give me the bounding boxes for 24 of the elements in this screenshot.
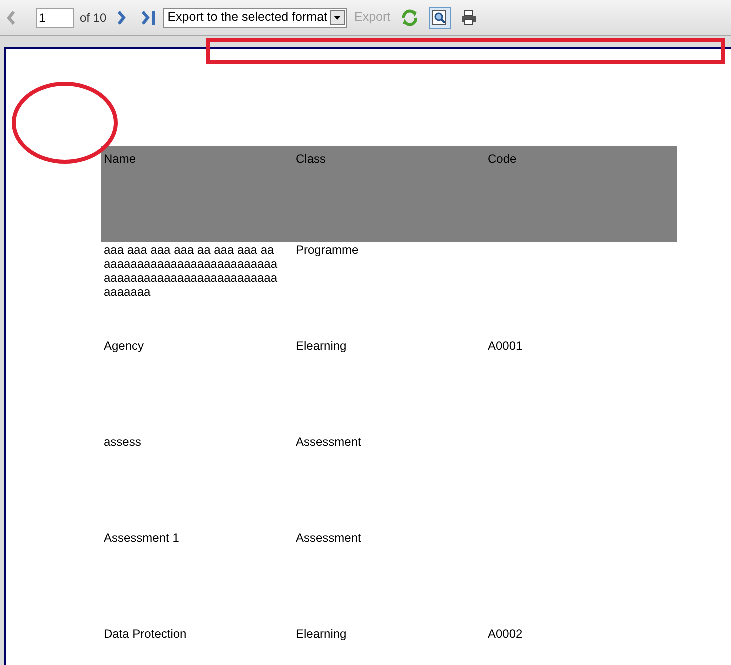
- table-cell-text: assess: [104, 435, 142, 449]
- document-magnifier-icon: [432, 10, 448, 26]
- print-preview-button[interactable]: [428, 6, 451, 28]
- last-page-icon[interactable]: [140, 10, 157, 26]
- print-icon[interactable]: [460, 10, 477, 26]
- page-number-field[interactable]: 1: [36, 8, 74, 28]
- column-header: Class: [296, 152, 326, 166]
- table-cell-text: aaa aaa aaa aaa aa aaa aaa aa aaaaaaaaaaaaaaaaaaaaaaaaaa aaaaaaaaaaaaaaaaaaaaaaaaaa aaaaaaa: [104, 243, 279, 299]
- table-cell-text: Assessment: [296, 435, 362, 449]
- table-cell-text: Elearning: [296, 627, 348, 641]
- export-format-dropdown[interactable]: Export to the selected format: [162, 8, 347, 28]
- column-header: Name: [104, 152, 136, 166]
- table-cell-text: A0001: [488, 339, 524, 353]
- table-cell-text: Data Protection: [104, 627, 188, 641]
- page-count: of 10: [80, 10, 107, 26]
- table-cell-text: Agency: [104, 339, 146, 353]
- refresh-icon[interactable]: [400, 8, 419, 26]
- next-page-icon[interactable]: [116, 10, 127, 26]
- table-cell-text: Elearning: [296, 339, 348, 353]
- column-header: Code: [488, 152, 517, 166]
- table-cell-text: Programme: [296, 243, 360, 257]
- table-cell-text: A0002: [488, 627, 524, 641]
- table-cell-text: Assessment 1: [104, 531, 180, 545]
- table-cell-text: Assessment: [296, 531, 362, 545]
